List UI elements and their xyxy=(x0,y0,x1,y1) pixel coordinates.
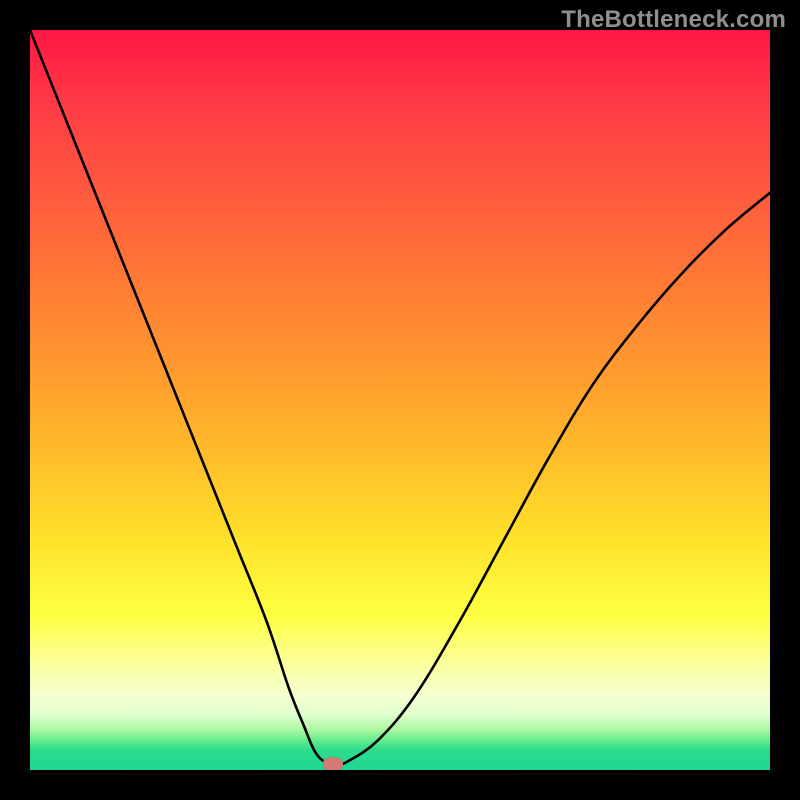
optimal-marker xyxy=(323,758,343,770)
chart-frame: TheBottleneck.com xyxy=(0,0,800,800)
plot-area xyxy=(30,30,770,770)
bottleneck-curve xyxy=(30,30,770,770)
watermark-label: TheBottleneck.com xyxy=(561,6,786,34)
